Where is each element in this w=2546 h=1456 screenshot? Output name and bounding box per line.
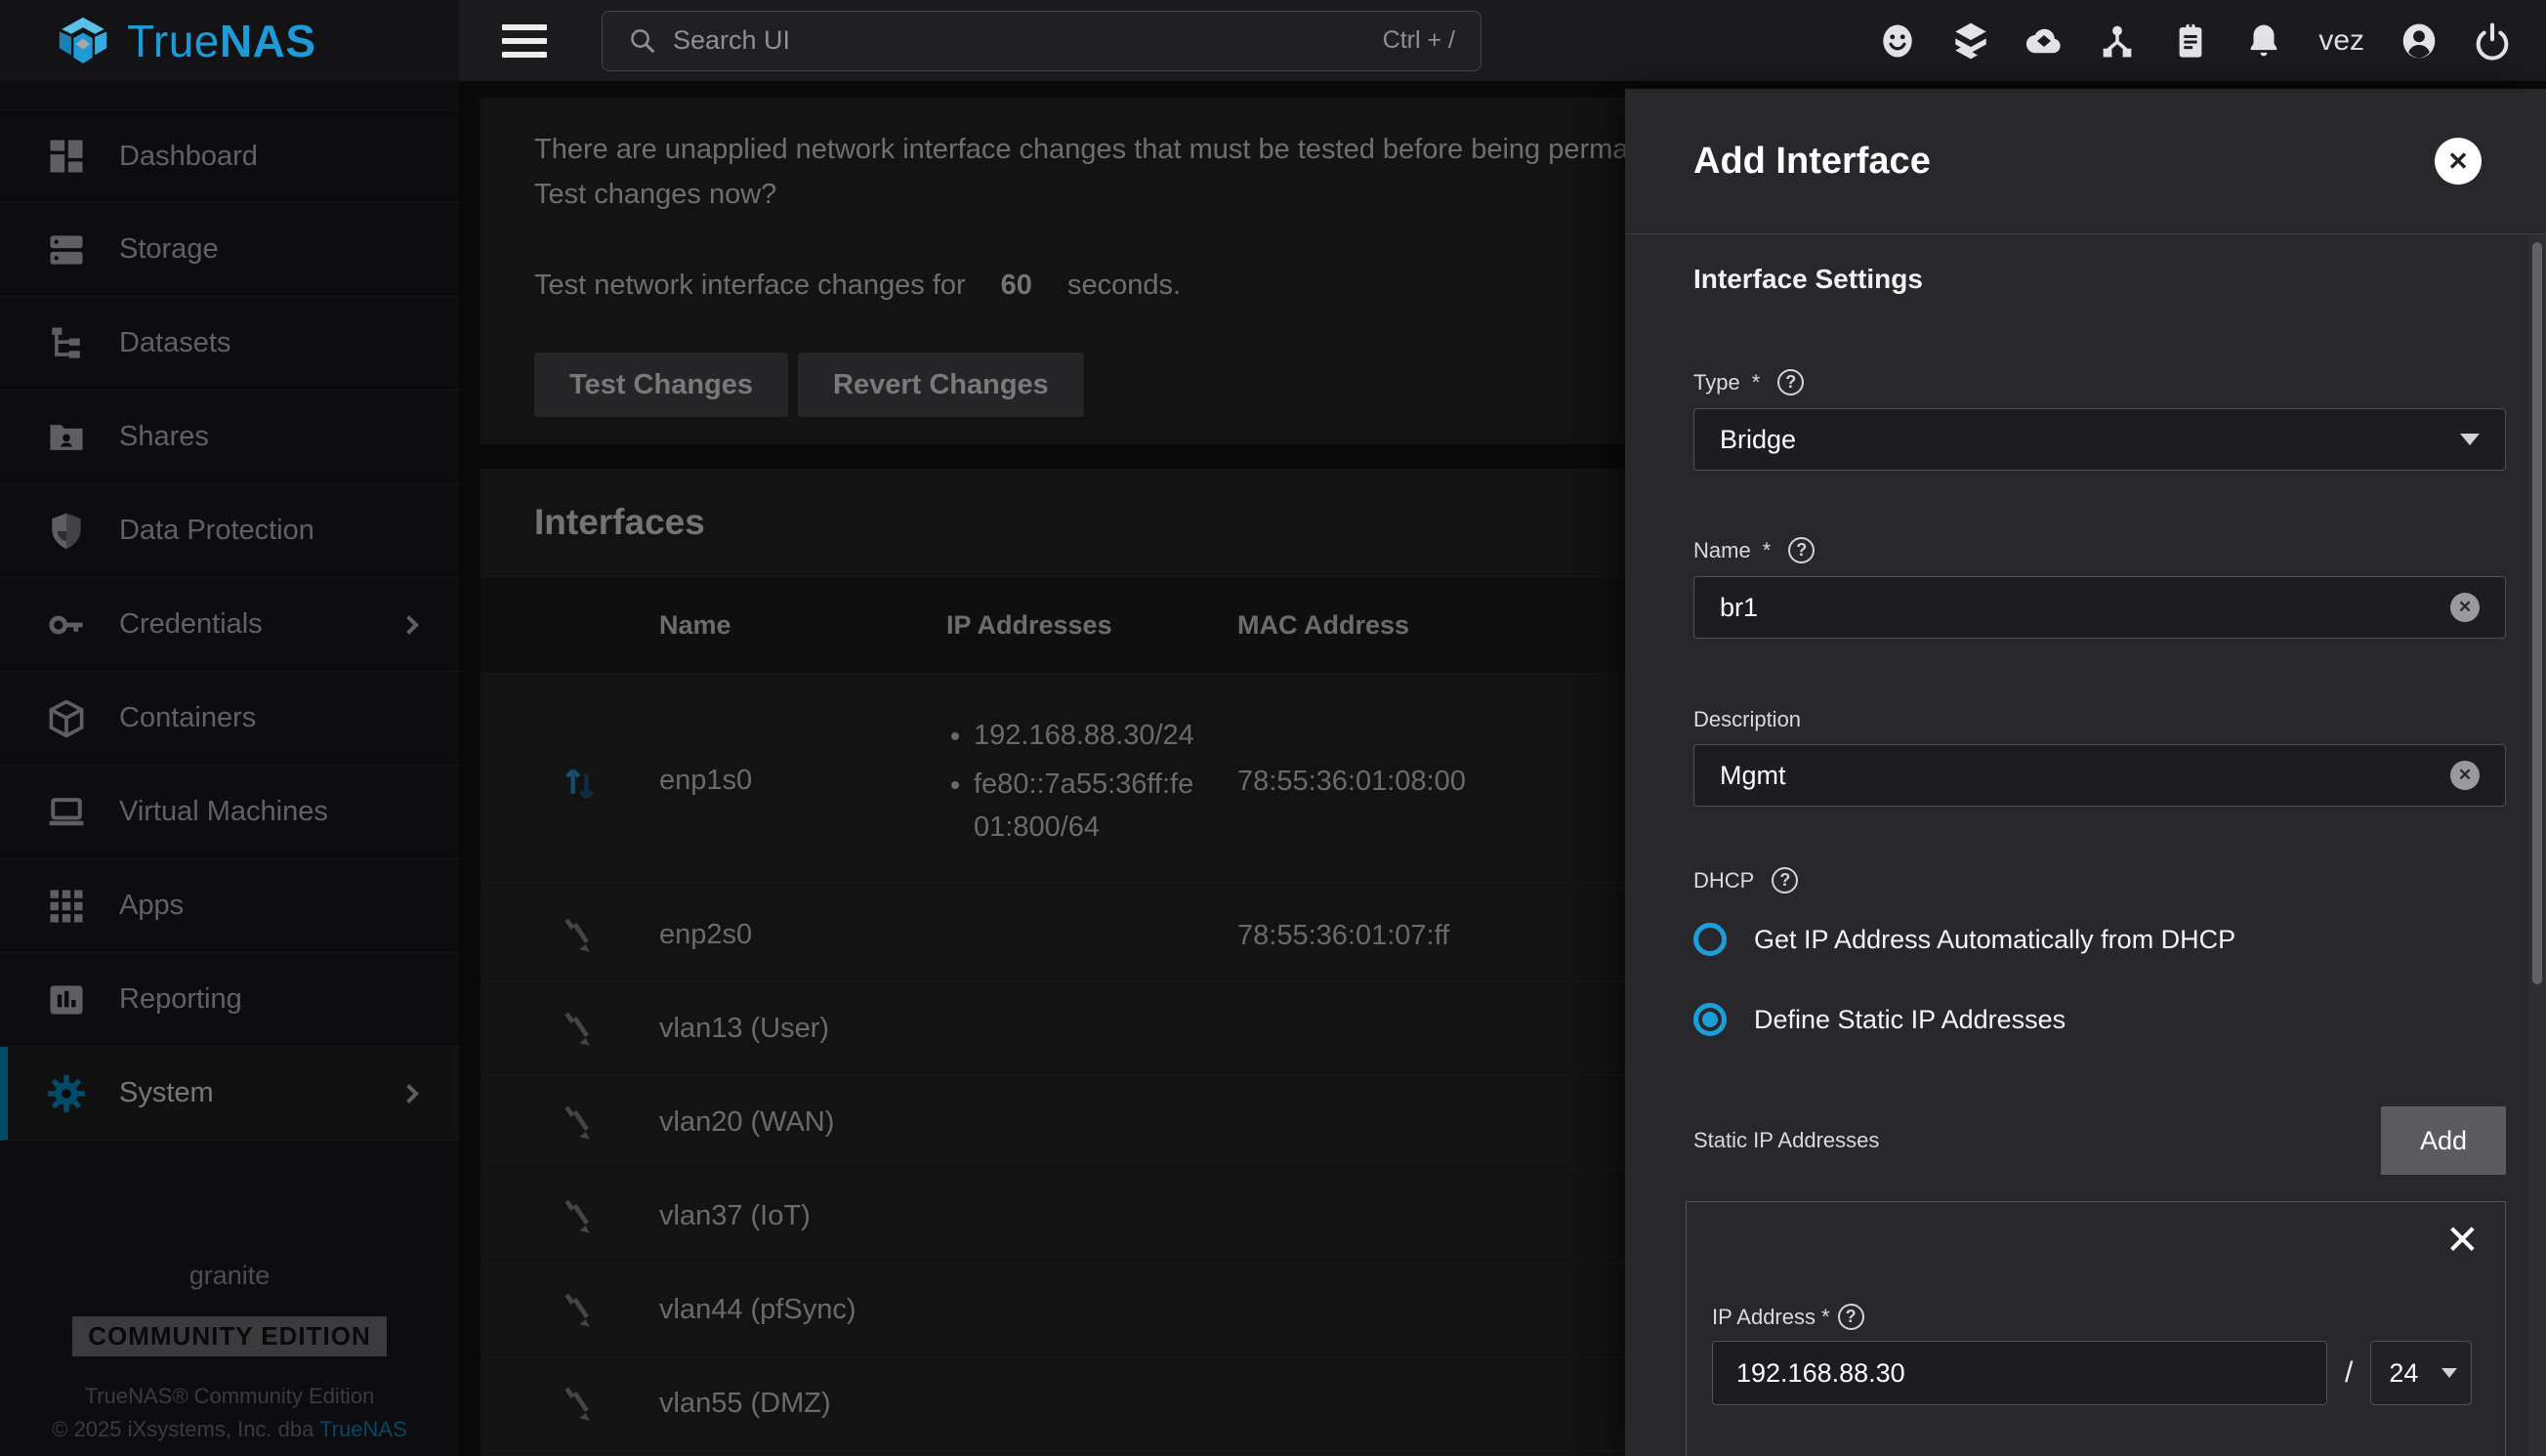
radio-static[interactable]: Define Static IP Addresses — [1693, 998, 2066, 1041]
radio-icon — [1693, 923, 1727, 956]
help-icon[interactable] — [1772, 867, 1798, 894]
name-field[interactable]: ✕ — [1693, 576, 2506, 639]
ip-address-label: IP Address* — [1712, 1304, 1864, 1330]
header-toolbar: vez — [1877, 21, 2546, 62]
radio-dhcp[interactable]: Get IP Address Automatically from DHCP — [1693, 918, 2235, 961]
static-ip-row: Static IP Addresses Add — [1693, 1105, 2506, 1176]
chevron-down-icon — [2460, 434, 2480, 445]
power-icon[interactable] — [2472, 21, 2513, 62]
avatar-icon[interactable] — [2399, 21, 2440, 62]
clear-icon[interactable]: ✕ — [2450, 593, 2480, 622]
chevron-down-icon — [2442, 1368, 2457, 1378]
description-input[interactable] — [1720, 761, 2450, 791]
netmask-select[interactable]: 24 — [2370, 1341, 2472, 1405]
help-icon[interactable] — [1838, 1304, 1864, 1330]
type-label: Type* — [1693, 369, 1804, 395]
scrollbar-thumb[interactable] — [2532, 242, 2542, 984]
search-shortcut: Ctrl + / — [1383, 26, 1455, 55]
ip-address-input[interactable] — [1736, 1358, 2303, 1389]
static-ip-entry-card: ✕ IP Address* / 24 — [1686, 1201, 2506, 1456]
type-select[interactable]: Bridge — [1693, 408, 2506, 471]
jobs-icon[interactable] — [2170, 21, 2211, 62]
cidr-separator: / — [2345, 1356, 2353, 1390]
logo-text: TrueNAS — [127, 15, 316, 67]
help-icon[interactable] — [1777, 369, 1804, 395]
network-topology-icon[interactable] — [2097, 21, 2138, 62]
description-field[interactable]: ✕ — [1693, 744, 2506, 807]
feedback-icon[interactable] — [1877, 21, 1918, 62]
search-input[interactable] — [673, 25, 1367, 56]
ip-address-field[interactable] — [1712, 1341, 2327, 1405]
static-ip-label: Static IP Addresses — [1693, 1128, 1879, 1153]
username-label: vez — [2318, 24, 2364, 58]
truecommand-icon[interactable] — [1950, 21, 1991, 62]
truenas-app: TrueNAS Ctrl + / — [0, 0, 2546, 1456]
alerts-icon[interactable] — [2243, 21, 2284, 62]
hamburger-menu-icon[interactable] — [502, 24, 547, 58]
remove-entry-icon[interactable]: ✕ — [2445, 1220, 2480, 1261]
description-label: Description — [1693, 707, 1801, 732]
drawer-header: Add Interface ✕ — [1625, 89, 2546, 234]
global-search[interactable]: Ctrl + / — [602, 11, 1482, 71]
name-input[interactable] — [1720, 593, 2450, 623]
add-ip-button[interactable]: Add — [2381, 1106, 2506, 1175]
drawer-body: Interface Settings Type* Bridge Name* ✕ … — [1625, 234, 2528, 1456]
name-label: Name* — [1693, 537, 1815, 563]
logo[interactable]: TrueNAS — [0, 0, 459, 81]
section-title: Interface Settings — [1693, 264, 1923, 295]
search-icon — [628, 26, 657, 56]
truenas-logo-icon — [55, 13, 111, 69]
dhcp-label: DHCP — [1693, 867, 1798, 894]
help-icon[interactable] — [1788, 537, 1815, 563]
clear-icon[interactable]: ✕ — [2450, 761, 2480, 790]
top-header: TrueNAS Ctrl + / — [0, 0, 2546, 81]
close-icon[interactable]: ✕ — [2435, 138, 2482, 185]
cloud-sync-icon[interactable] — [2024, 21, 2065, 62]
drawer-title: Add Interface — [1693, 141, 1931, 183]
radio-selected-icon — [1693, 1003, 1727, 1036]
add-interface-drawer: Add Interface ✕ Interface Settings Type*… — [1625, 89, 2546, 1456]
drawer-scrollbar[interactable] — [2528, 234, 2546, 1456]
